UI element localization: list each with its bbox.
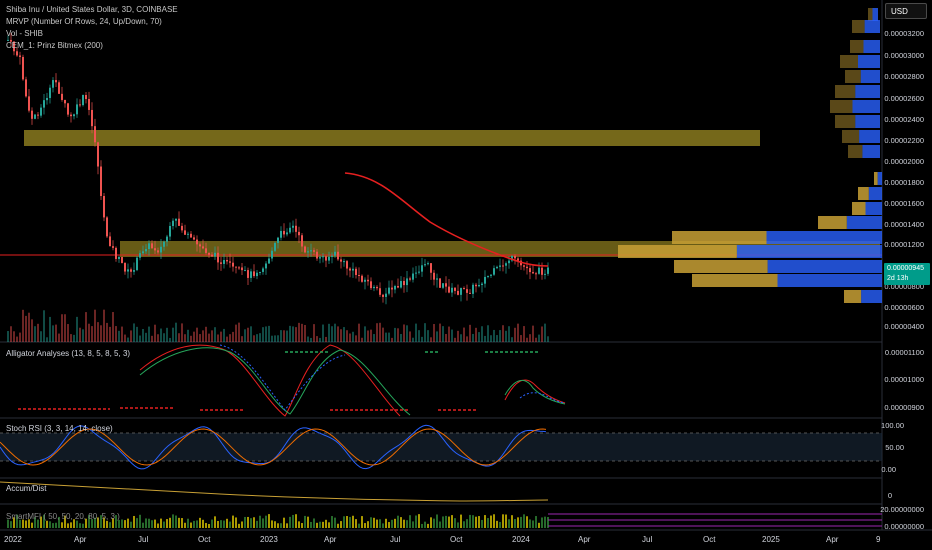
time-axis-label: Apr (74, 535, 87, 544)
price-axis-label: 0.00002400 (884, 115, 924, 124)
stoch-axis-label: 50.00 (885, 443, 904, 452)
time-axis-label: Oct (703, 535, 716, 544)
time-axis-label: 2024 (512, 535, 530, 544)
currency-button[interactable]: USD (885, 3, 927, 19)
indicator-cem[interactable]: CEM_1: Prinz Bitmex (200) (6, 41, 103, 50)
mfi-axis-label: 0.00000000 (884, 522, 924, 531)
price-axis-label: 0.00002200 (884, 136, 924, 145)
last-price-value: 0.00000945 (887, 265, 924, 272)
volume-profile (618, 8, 882, 303)
chart-canvas[interactable] (0, 0, 932, 550)
accum-axis-label: 0 (887, 491, 892, 500)
candlesticks (7, 32, 549, 305)
alligator-axis-label: 0.00000900 (884, 403, 924, 412)
time-axis-label: Jul (642, 535, 653, 544)
indicator-volume[interactable]: Vol - SHIB (6, 29, 43, 38)
time-axis-label: 9 (876, 535, 881, 544)
price-axis-label: 0.00002800 (884, 72, 924, 81)
stoch-rsi-title[interactable]: Stoch RSI (3, 3, 14, 14, close) (6, 424, 113, 433)
price-axis-label: 0.00002000 (884, 157, 924, 166)
bar-countdown: 2d 13h (887, 275, 909, 282)
alligator-axis-label: 0.00001100 (884, 348, 924, 357)
resistance-zone[interactable] (24, 130, 760, 146)
time-axis-label: Oct (198, 535, 211, 544)
price-axis-label: 0.00003200 (884, 29, 924, 38)
price-axis-label: 0.00001600 (884, 199, 924, 208)
stoch-band (0, 433, 882, 461)
indicator-mrvp[interactable]: MRVP (Number Of Rows, 24, Up/Down, 70) (6, 17, 162, 26)
time-axis-label: Apr (324, 535, 337, 544)
alligator-title[interactable]: Alligator Analyses (13, 8, 5, 8, 5, 3) (6, 349, 130, 358)
price-axis-label: 0.00000600 (884, 303, 924, 312)
time-axis-label: Apr (578, 535, 591, 544)
accum-dist-title[interactable]: Accum/Dist (6, 484, 46, 493)
stoch-axis-label: 100.00 (881, 421, 904, 430)
time-axis-label: 2023 (260, 535, 278, 544)
time-axis-label: 2022 (4, 535, 22, 544)
stoch-axis-label: 0.00 (881, 465, 896, 474)
price-axis-label: 0.00001800 (884, 178, 924, 187)
accum-dist-line (0, 481, 549, 502)
time-axis-label: Jul (138, 535, 149, 544)
price-axis-label: 0.00003000 (884, 51, 924, 60)
mfi-axis-label: 20.00000000 (880, 505, 924, 514)
smart-mfi-title[interactable]: SmartMFI ( 50, 50, 20, 80, 5, 3 ) (6, 512, 120, 521)
time-axis-label: Jul (390, 535, 401, 544)
symbol-title[interactable]: Shiba Inu / United States Dollar, 3D, CO… (6, 5, 178, 14)
price-axis-label: 0.00001400 (884, 220, 924, 229)
volume-bars (7, 309, 549, 342)
price-axis-label: 0.00000400 (884, 322, 924, 331)
price-axis-label: 0.00001200 (884, 240, 924, 249)
time-axis-label: 2025 (762, 535, 780, 544)
time-axis-label: Apr (826, 535, 839, 544)
price-axis-label: 0.00002600 (884, 94, 924, 103)
alligator-axis-label: 0.00001000 (884, 375, 924, 384)
time-axis-label: Oct (450, 535, 463, 544)
last-price-badge: 0.00000945 2d 13h (884, 263, 930, 285)
